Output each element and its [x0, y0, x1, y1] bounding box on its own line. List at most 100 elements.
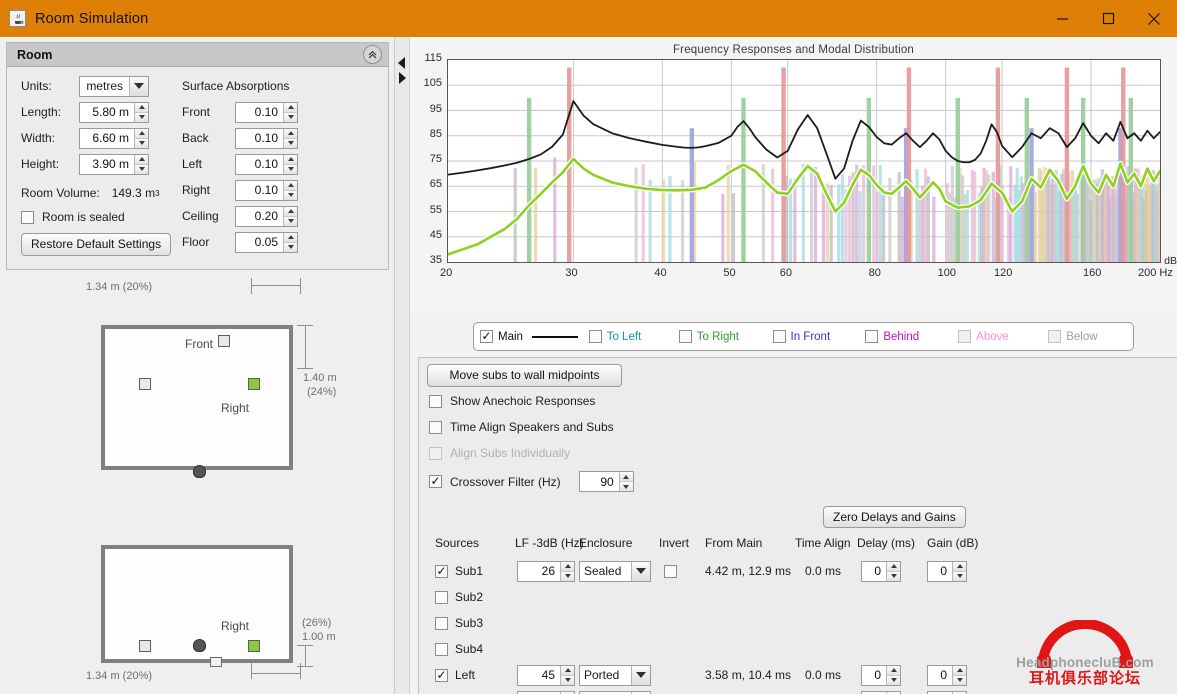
plan-listener-marker[interactable]: [193, 465, 206, 478]
splitter-arrows[interactable]: [398, 57, 406, 84]
absorption-decrement-right[interactable]: [284, 189, 297, 200]
delay-increment-left[interactable]: [887, 665, 900, 675]
show-anechoic-responses-checkbox[interactable]: [429, 394, 442, 408]
plan-room-outline[interactable]: Front Right: [101, 325, 293, 478]
crossover-filter-value[interactable]: 90: [579, 472, 619, 491]
absorption-value-floor[interactable]: 0.05: [236, 232, 283, 252]
delay-stepper-sub1[interactable]: 0: [861, 560, 901, 582]
enclosure-select-left[interactable]: Ported: [579, 664, 651, 686]
absorption-stepper-back[interactable]: 0.10: [235, 127, 298, 149]
absorption-value-front[interactable]: 0.10: [236, 102, 283, 122]
legend-checkbox-behind[interactable]: [865, 330, 879, 343]
source-toggle-sub2[interactable]: Sub2: [435, 584, 483, 610]
source-toggle-sub3[interactable]: Sub3: [435, 610, 483, 636]
legend-checkbox-in-front[interactable]: [772, 330, 786, 343]
chevron-down-icon[interactable]: [631, 665, 650, 685]
maximize-icon[interactable]: [1085, 0, 1131, 37]
zero-delays-and-gains-button[interactable]: Zero Delays and Gains: [823, 506, 966, 528]
height-increment[interactable]: [135, 154, 148, 164]
absorption-decrement-front[interactable]: [284, 111, 297, 122]
legend-item-to-right[interactable]: To Right: [678, 330, 769, 343]
time-align-row[interactable]: Time Align Speakers and Subs: [429, 420, 614, 434]
triangle-right-icon[interactable]: [399, 72, 406, 84]
chevron-down-icon[interactable]: [631, 561, 650, 581]
legend-checkbox-to-left[interactable]: [588, 330, 602, 343]
delay-value-left[interactable]: 0: [862, 665, 886, 685]
length-decrement[interactable]: [135, 111, 148, 122]
elevation-floor-object-marker[interactable]: [210, 657, 222, 667]
enclosure-select-right[interactable]: Ported: [579, 690, 651, 694]
show-anechoic-row[interactable]: Show Anechoic Responses: [429, 394, 595, 408]
restore-default-settings-button[interactable]: Restore Default Settings: [21, 233, 172, 256]
plan-sub1-marker[interactable]: [218, 335, 230, 347]
legend-item-in-front[interactable]: In Front: [772, 330, 862, 343]
frequency-response-plot[interactable]: [447, 59, 1161, 263]
delay-decrement-sub1[interactable]: [887, 570, 900, 581]
gain-increment-left[interactable]: [953, 665, 966, 675]
absorption-decrement-floor[interactable]: [284, 241, 297, 252]
minimize-icon[interactable]: [1039, 0, 1085, 37]
close-icon[interactable]: [1131, 0, 1177, 37]
source-toggle-sub1[interactable]: Sub1: [435, 558, 483, 584]
delay-decrement-left[interactable]: [887, 674, 900, 685]
absorption-stepper-floor[interactable]: 0.05: [235, 231, 298, 253]
legend-item-behind[interactable]: Behind: [865, 330, 954, 343]
source-checkbox-sub3[interactable]: [435, 616, 448, 630]
gain-decrement-sub1[interactable]: [953, 570, 966, 581]
height-stepper[interactable]: 3.90 m: [79, 153, 149, 175]
gain-decrement-left[interactable]: [953, 674, 966, 685]
delay-stepper-left[interactable]: 0: [861, 664, 901, 686]
width-increment[interactable]: [135, 128, 148, 138]
length-stepper[interactable]: 5.80 m: [79, 101, 149, 123]
lf-increment-left[interactable]: [561, 665, 574, 675]
length-increment[interactable]: [135, 102, 148, 112]
absorption-decrement-back[interactable]: [284, 137, 297, 148]
absorption-value-right[interactable]: 0.10: [236, 180, 283, 200]
absorption-increment-back[interactable]: [284, 128, 297, 138]
elevation-sub1-marker[interactable]: [139, 640, 151, 652]
gain-stepper-sub1[interactable]: 0: [927, 560, 967, 582]
absorption-value-back[interactable]: 0.10: [236, 128, 283, 148]
absorption-stepper-ceiling[interactable]: 0.20: [235, 205, 298, 227]
move-subs-to-wall-midpoints-button[interactable]: Move subs to wall midpoints: [427, 364, 622, 387]
absorption-stepper-right[interactable]: 0.10: [235, 179, 298, 201]
source-checkbox-sub2[interactable]: [435, 590, 448, 604]
time-align-speakers-and-subs-checkbox[interactable]: [429, 420, 442, 434]
gain-increment-sub1[interactable]: [953, 561, 966, 571]
legend-checkbox-to-right[interactable]: [678, 330, 692, 343]
absorption-increment-front[interactable]: [284, 102, 297, 112]
lf-stepper-sub1[interactable]: 26: [517, 560, 575, 582]
units-select[interactable]: metres: [79, 75, 149, 97]
chevron-down-icon[interactable]: [129, 76, 148, 96]
lf-decrement-left[interactable]: [561, 674, 574, 685]
lf-value-left[interactable]: 45: [518, 665, 560, 685]
source-toggle-sub4[interactable]: Sub4: [435, 636, 483, 662]
source-checkbox-sub4[interactable]: [435, 642, 448, 656]
legend-checkbox-main[interactable]: [480, 330, 493, 343]
absorption-increment-right[interactable]: [284, 180, 297, 190]
plan-left-speaker-marker[interactable]: [139, 378, 151, 390]
width-decrement[interactable]: [135, 137, 148, 148]
width-stepper[interactable]: 6.60 m: [79, 127, 149, 149]
lf-increment-sub1[interactable]: [561, 561, 574, 571]
elevation-right-speaker-marker[interactable]: [248, 640, 260, 652]
source-toggle-right[interactable]: Right: [435, 688, 483, 694]
gain-value-left[interactable]: 0: [928, 665, 952, 685]
length-value[interactable]: 5.80 m: [80, 102, 134, 122]
crossover-filter-stepper[interactable]: 90: [578, 471, 634, 492]
crossover-filter-checkbox[interactable]: [429, 475, 442, 488]
lf-decrement-sub1[interactable]: [561, 570, 574, 581]
gain-value-sub1[interactable]: 0: [928, 561, 952, 581]
delay-value-sub1[interactable]: 0: [862, 561, 886, 581]
source-checkbox-left[interactable]: [435, 668, 448, 682]
absorption-stepper-front[interactable]: 0.10: [235, 101, 298, 123]
legend-item-to-left[interactable]: To Left: [588, 330, 675, 343]
enclosure-select-sub1[interactable]: Sealed: [579, 560, 651, 582]
absorption-increment-ceiling[interactable]: [284, 206, 297, 216]
delay-stepper-right[interactable]: 0: [861, 690, 901, 694]
panel-splitter[interactable]: [395, 37, 410, 694]
invert-checkbox-sub1[interactable]: [664, 564, 677, 578]
source-toggle-left[interactable]: Left: [435, 662, 475, 688]
absorption-increment-left[interactable]: [284, 154, 297, 164]
elevation-room-outline[interactable]: Right: [101, 545, 293, 667]
